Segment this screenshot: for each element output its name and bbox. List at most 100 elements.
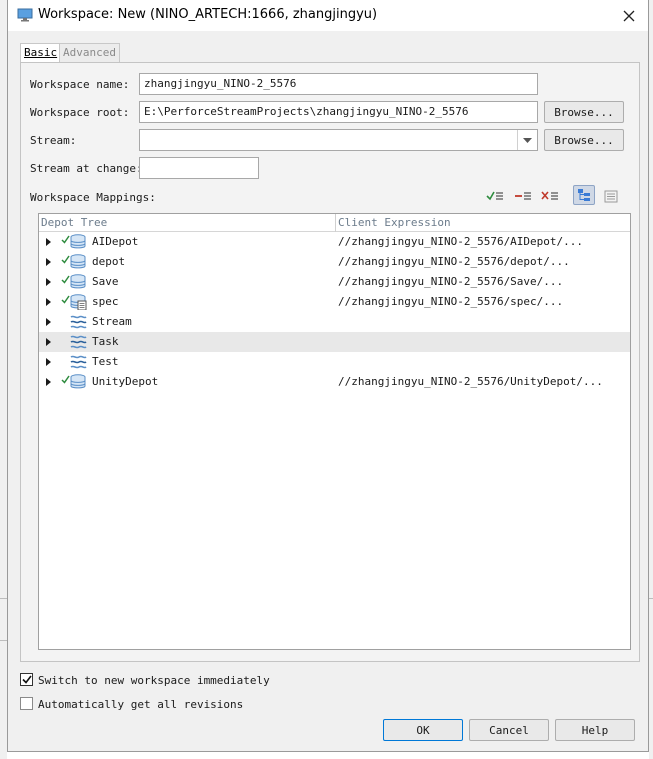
depot-name: UnityDepot <box>92 375 159 388</box>
stream-depot-icon <box>70 335 87 349</box>
stream-at-change-input[interactable] <box>139 157 259 179</box>
checkmark-icon <box>21 675 32 684</box>
switch-workspace-label: Switch to new workspace immediately <box>38 674 270 687</box>
browse-stream-label: Browse... <box>554 133 614 147</box>
expand-arrow-icon[interactable] <box>46 278 51 286</box>
stream-dropdown-button[interactable] <box>517 130 537 150</box>
auto-get-revisions-label: Automatically get all revisions <box>38 698 244 711</box>
workspace-name-input[interactable]: zhangjingyu_NINO-2_5576 <box>139 73 538 95</box>
window-title: Workspace: New (NINO_ARTECH:1666, zhangj… <box>38 7 378 22</box>
workspace-root-value: E:\PerforceStreamProjects\zhangjingyu_NI… <box>144 105 469 118</box>
stream-depot-icon <box>70 355 87 369</box>
tree-header: Depot Tree Client Expression <box>39 214 630 232</box>
spec-depot-icon <box>70 294 87 310</box>
expand-arrow-icon[interactable] <box>46 378 51 386</box>
depot-name: Task <box>92 335 119 348</box>
cancel-label: Cancel <box>489 723 529 737</box>
tab-basic[interactable]: Basic <box>20 43 62 63</box>
workspace-name-label: Workspace name: <box>30 78 130 91</box>
workspace-mappings-label: Workspace Mappings: <box>30 191 156 204</box>
depot-name: depot <box>92 255 126 268</box>
depot-name: Save <box>92 275 119 288</box>
switch-workspace-checkbox[interactable] <box>20 673 33 686</box>
tab-basic-label: Basic <box>24 46 58 59</box>
workspace-root-label: Workspace root: <box>30 106 130 119</box>
column-header-depot-tree[interactable]: Depot Tree <box>41 216 107 229</box>
expand-arrow-icon[interactable] <box>46 338 51 346</box>
background-left <box>0 0 7 759</box>
ok-label: OK <box>416 723 430 737</box>
client-expression: //zhangjingyu_NINO-2_5576/Save/... <box>338 275 564 288</box>
tree-row[interactable]: depot //zhangjingyu_NINO-2_5576/depot/... <box>39 252 630 272</box>
expand-arrow-icon[interactable] <box>46 358 51 366</box>
close-icon <box>623 10 635 21</box>
browse-stream-button[interactable]: Browse... <box>544 129 624 151</box>
column-separator[interactable] <box>335 214 336 232</box>
mapped-check-icon <box>61 295 70 304</box>
monitor-icon <box>17 8 33 22</box>
exclude-mapping-icon <box>515 192 531 200</box>
expand-arrow-icon[interactable] <box>46 298 51 306</box>
workspace-root-input[interactable]: E:\PerforceStreamProjects\zhangjingyu_NI… <box>139 101 538 123</box>
background-divider <box>0 598 7 599</box>
expand-arrow-icon[interactable] <box>46 238 51 246</box>
client-expression: //zhangjingyu_NINO-2_5576/UnityDepot/... <box>338 375 603 388</box>
include-mapping-button[interactable] <box>484 186 506 206</box>
stream-combo[interactable] <box>139 129 538 151</box>
workspace-dialog: Workspace: New (NINO_ARTECH:1666, zhangj… <box>7 0 649 752</box>
workspace-name-value: zhangjingyu_NINO-2_5576 <box>144 77 297 90</box>
background-right <box>649 0 653 759</box>
tree-row[interactable]: AIDepot //zhangjingyu_NINO-2_5576/AIDepot… <box>39 232 630 252</box>
mapped-check-icon <box>61 375 70 384</box>
help-button[interactable]: Help <box>555 719 635 741</box>
exclude-mapping-button[interactable] <box>512 186 534 206</box>
chevron-down-icon <box>523 137 532 143</box>
stream-label: Stream: <box>30 134 77 147</box>
clear-mapping-icon <box>541 191 558 200</box>
browse-root-button[interactable]: Browse... <box>544 101 624 123</box>
mapped-check-icon <box>61 275 70 284</box>
column-header-client-expression[interactable]: Client Expression <box>338 216 451 229</box>
text-view-button[interactable] <box>600 186 622 206</box>
depot-name: Stream <box>92 315 132 328</box>
client-expression: //zhangjingyu_NINO-2_5576/depot/... <box>338 255 570 268</box>
help-label: Help <box>581 723 609 737</box>
auto-get-revisions-checkbox[interactable] <box>20 697 33 710</box>
text-view-icon <box>604 190 618 202</box>
depot-icon <box>70 274 86 289</box>
tab-advanced[interactable]: Advanced <box>59 43 120 63</box>
browse-root-label: Browse... <box>554 105 614 119</box>
mapped-check-icon <box>61 255 70 264</box>
background-divider <box>0 640 7 641</box>
depot-icon <box>70 254 86 269</box>
cancel-button[interactable]: Cancel <box>469 719 549 741</box>
tree-row[interactable]: spec //zhangjingyu_NINO-2_5576/spec/... <box>39 292 630 312</box>
title-bar[interactable]: Workspace: New (NINO_ARTECH:1666, zhangj… <box>8 0 648 31</box>
tree-row[interactable]: Task <box>39 332 630 352</box>
mapped-check-icon <box>61 235 70 244</box>
stream-at-change-label: Stream at change: <box>30 162 143 175</box>
expand-arrow-icon[interactable] <box>46 258 51 266</box>
depot-name: Test <box>92 355 119 368</box>
clear-mapping-button[interactable] <box>539 186 561 206</box>
client-expression: //zhangjingyu_NINO-2_5576/spec/... <box>338 295 564 308</box>
tree-row[interactable]: Test <box>39 352 630 372</box>
expand-arrow-icon[interactable] <box>46 318 51 326</box>
depot-icon <box>70 234 86 249</box>
tree-view-icon <box>578 189 590 201</box>
tree-view-button[interactable] <box>573 185 595 205</box>
tab-advanced-label: Advanced <box>63 46 116 59</box>
tree-row[interactable]: Stream <box>39 312 630 332</box>
ok-button[interactable]: OK <box>383 719 463 741</box>
background-divider <box>649 598 653 599</box>
depot-name: spec <box>92 295 119 308</box>
include-mapping-icon <box>486 191 503 201</box>
depot-name: AIDepot <box>92 235 139 248</box>
tree-row[interactable]: Save //zhangjingyu_NINO-2_5576/Save/... <box>39 272 630 292</box>
close-button[interactable] <box>611 0 647 31</box>
tree-row[interactable]: UnityDepot //zhangjingyu_NINO-2_5576/Unit… <box>39 372 630 392</box>
mappings-tree[interactable]: Depot Tree Client Expression AIDepot //zh… <box>38 213 631 650</box>
stream-depot-icon <box>70 315 87 329</box>
depot-icon <box>70 374 86 389</box>
client-expression: //zhangjingyu_NINO-2_5576/AIDepot/... <box>338 235 584 248</box>
